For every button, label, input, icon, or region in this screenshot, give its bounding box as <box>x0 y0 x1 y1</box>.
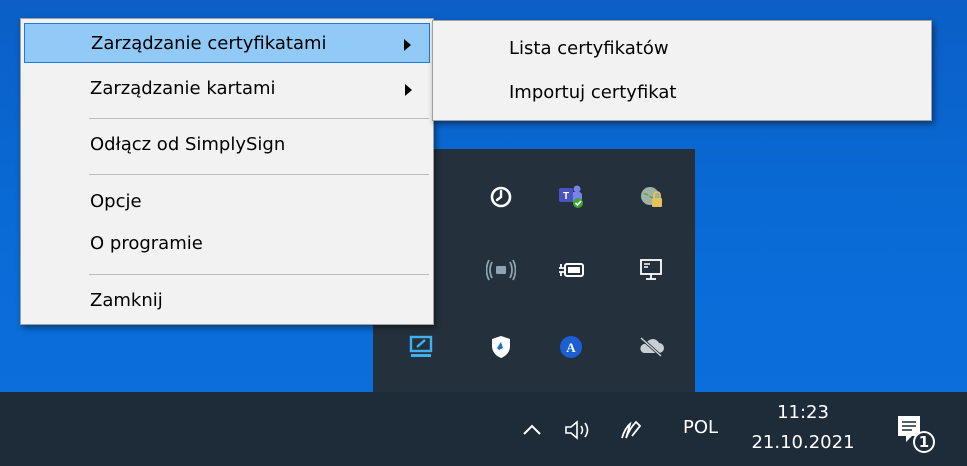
menu-icon-gutter <box>21 19 69 324</box>
menu-item-label: Odłącz od SimplySign <box>90 134 286 155</box>
network-lock-icon[interactable] <box>631 177 671 217</box>
submenu-arrow-icon <box>405 84 412 96</box>
menu-item-close[interactable]: Zamknij <box>24 281 430 321</box>
teams-icon[interactable]: T <box>551 177 591 217</box>
clock-date: 21.10.2021 <box>751 432 855 453</box>
menu-item-label: O programie <box>90 233 203 254</box>
menu-item-disconnect[interactable]: Odłącz od SimplySign <box>24 125 430 165</box>
power-timer-icon[interactable] <box>481 177 521 217</box>
pen-signature-icon[interactable] <box>616 412 652 446</box>
wireless-signal-icon[interactable] <box>481 250 521 290</box>
notification-count-badge: 1 <box>918 433 930 451</box>
action-center-notification-icon[interactable]: 1 <box>890 410 940 456</box>
menu-item-manage-certificates[interactable]: Zarządzanie certyfikatami <box>24 23 430 63</box>
simplysign-context-menu: Zarządzanie certyfikatami Zarządzanie ka… <box>20 18 434 325</box>
svg-text:A: A <box>566 340 576 355</box>
menu-item-label: Zamknij <box>90 290 163 311</box>
clock-time: 11:23 <box>777 402 829 423</box>
display-icon[interactable] <box>401 327 441 367</box>
clock[interactable]: 11:23 21.10.2021 <box>748 398 858 460</box>
cloud-offline-icon[interactable] <box>631 327 671 367</box>
menu-item-label: Opcje <box>90 191 142 212</box>
menu-item-label: Zarządzanie kartami <box>90 78 276 99</box>
show-hidden-icons-chevron-icon[interactable] <box>516 416 548 444</box>
menu-separator <box>89 118 429 119</box>
app-a-icon[interactable]: A <box>551 327 591 367</box>
taskbar: POL 11:23 21.10.2021 1 <box>0 392 967 466</box>
svg-text:T: T <box>563 191 569 202</box>
submenu-arrow-icon <box>404 39 411 51</box>
menu-separator <box>89 174 429 175</box>
menu-item-options[interactable]: Opcje <box>24 182 430 222</box>
volume-icon[interactable] <box>560 416 600 444</box>
monitor-network-icon[interactable] <box>631 250 671 290</box>
shield-icon[interactable] <box>481 327 521 367</box>
menu-item-about[interactable]: O programie <box>24 224 430 264</box>
submenu-item-list-certificates[interactable]: Lista certyfikatów <box>509 29 669 69</box>
battery-plug-icon[interactable] <box>551 250 591 290</box>
menu-item-manage-cards[interactable]: Zarządzanie kartami <box>24 69 430 109</box>
menu-item-label: Zarządzanie certyfikatami <box>91 33 327 54</box>
menu-separator <box>89 274 429 275</box>
input-language-indicator[interactable]: POL <box>683 417 718 438</box>
certificates-submenu: Lista certyfikatów Importuj certyfikat <box>432 20 932 121</box>
submenu-item-import-certificate[interactable]: Importuj certyfikat <box>509 73 676 113</box>
